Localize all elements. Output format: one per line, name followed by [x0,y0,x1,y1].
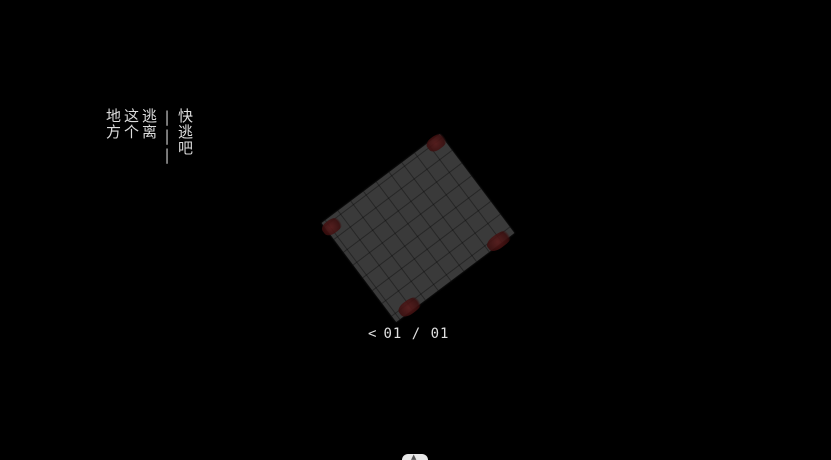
chevron-up-icon: ▲ [411,453,417,460]
current-page-number: 01 [383,326,403,342]
total-page-count: 01 [430,326,450,342]
message-column-this: 这个 [122,108,140,140]
message-column-escape: 逃离 [140,108,158,140]
bottom-drawer-handle[interactable]: ▲ [402,453,428,460]
page-indicator: <01 / 01 [368,326,449,342]
page-divider: / [411,326,422,342]
previous-page-button[interactable]: < [368,326,377,342]
blood-stain [395,292,426,320]
map-tile-image[interactable] [319,129,516,323]
blood-stain [424,129,451,155]
message-column-quick: 快逃吧 [176,108,194,156]
message-column-separator: ||| [158,108,176,165]
game-screen: 快逃吧 ||| 逃离 这个 地方 <01 / 01 ▲ [0,0,831,460]
blood-stain [319,213,346,239]
blood-stain [484,226,516,255]
message-column-place: 地方 [104,108,122,140]
